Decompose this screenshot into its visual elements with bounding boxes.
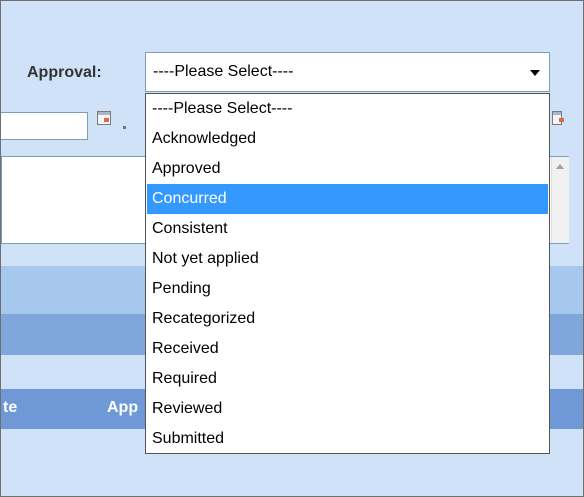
form-panel: Approval: ----Please Select---- te App -… [0,0,584,497]
scroll-up-icon[interactable] [556,164,564,169]
approval-select[interactable]: ----Please Select---- [145,52,550,92]
option-submitted[interactable]: Submitted [147,424,548,454]
option-pending[interactable]: Pending [147,274,548,304]
option-acknowledged[interactable]: Acknowledged [147,124,548,154]
calendar-icon[interactable] [97,111,111,125]
textarea-scrollbar[interactable] [551,157,569,243]
approval-label: Approval: [27,64,102,81]
option-received[interactable]: Received [147,334,548,364]
approval-dropdown-list: ----Please Select---- Acknowledged Appro… [145,93,550,454]
option-approved[interactable]: Approved [147,154,548,184]
calendar-icon[interactable] [552,111,564,125]
table-header-app: App [107,399,139,416]
option-reviewed[interactable]: Reviewed [147,394,548,424]
date-input[interactable] [1,112,88,140]
option-please-select[interactable]: ----Please Select---- [147,94,548,124]
option-not-yet-applied[interactable]: Not yet applied [147,244,548,274]
table-header-te: te [3,399,18,416]
option-concurred[interactable]: Concurred [147,184,548,214]
approval-select-value: ----Please Select---- [153,63,294,80]
option-consistent[interactable]: Consistent [147,214,548,244]
option-required[interactable]: Required [147,364,548,394]
option-recategorized[interactable]: Recategorized [147,304,548,334]
separator-dot [123,126,126,129]
chevron-down-icon[interactable] [530,70,540,76]
